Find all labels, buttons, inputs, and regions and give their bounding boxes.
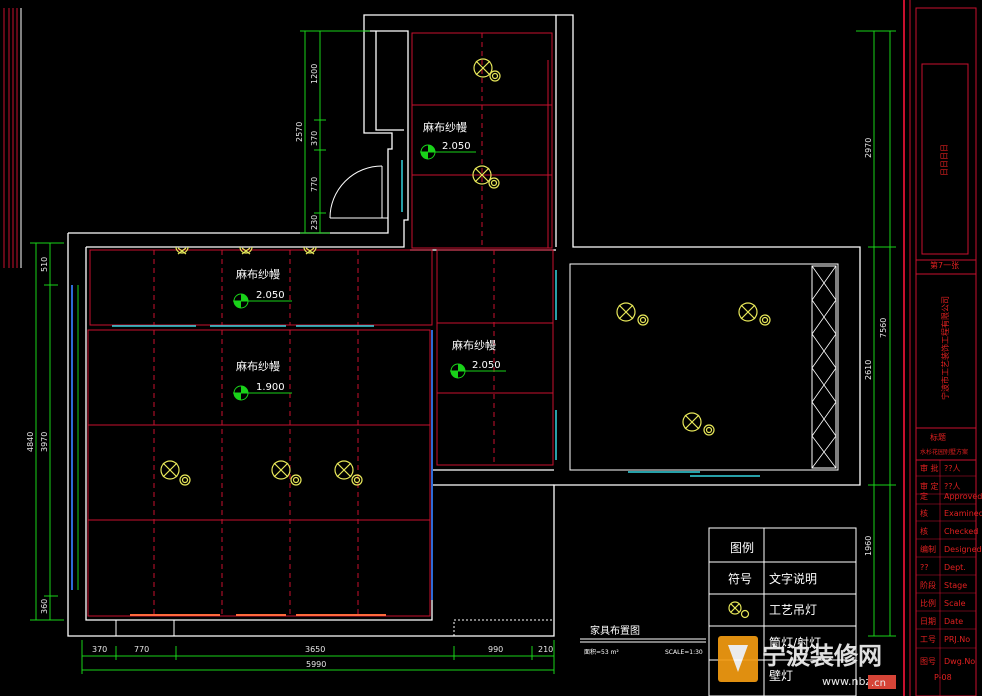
- svg-text:Designed: Designed: [944, 545, 982, 554]
- svg-text:编制: 编制: [920, 544, 936, 554]
- svg-text:2.050: 2.050: [442, 141, 471, 152]
- svg-text:定: 定: [920, 491, 928, 501]
- title-block-top-box: 日日日日: [940, 144, 949, 176]
- pendant-lamp-icon: [682, 412, 715, 436]
- project-name: 水杉花园别墅方案: [920, 448, 968, 456]
- drawing-title: 家具布置图 面积=53 m² SCALE=1:30: [580, 624, 706, 656]
- svg-text:??人: ??人: [944, 482, 961, 491]
- svg-text:麻布纱幔: 麻布纱幔: [423, 120, 467, 134]
- svg-text:370: 370: [310, 131, 319, 146]
- svg-text:阶段: 阶段: [920, 580, 936, 590]
- svg-text:510: 510: [40, 257, 49, 272]
- wall-lamp-icon: [175, 246, 189, 255]
- svg-text:1200: 1200: [310, 64, 319, 84]
- title-block: 日日日日 第7一张 宁波市工艺装饰工程有限公司 标题 水杉花园别墅方案 审 批?…: [903, 0, 982, 696]
- svg-text:3650: 3650: [305, 645, 325, 654]
- svg-text:Date: Date: [944, 617, 963, 626]
- pendant-lamp-icon: [334, 460, 363, 486]
- title-block-rows: 审 批 ??人 审 定 ??人 定 Approved 核 Examined 核 Check…: [916, 460, 982, 696]
- svg-text:230: 230: [310, 215, 319, 230]
- svg-text:Examined: Examined: [944, 509, 982, 518]
- floor-plan-drawing: 麻布纱幔 2.050 麻布纱幔 2.050 麻布纱幔 1.900 麻布纱幔 2.…: [3, 0, 982, 696]
- svg-text:Stage: Stage: [944, 581, 967, 590]
- svg-text:工号: 工号: [920, 635, 936, 644]
- svg-text:核: 核: [920, 526, 928, 536]
- sheet-count: 第7一张: [930, 260, 959, 270]
- svg-text:审 定: 审 定: [920, 481, 939, 491]
- company-name: 宁波市工艺装饰工程有限公司: [940, 296, 950, 400]
- dimension-labels: 370 770 3650 990 210 5990 4840 3970 510 …: [26, 64, 888, 669]
- pendant-lamp-icon: [160, 460, 191, 486]
- legend-col-text: 文字说明: [769, 571, 817, 586]
- drawing-title-text: 家具布置图: [590, 624, 640, 637]
- svg-text:??人: ??人: [944, 464, 961, 473]
- scale-note: SCALE=1:30: [665, 649, 703, 656]
- area-note: 面积=53 m²: [584, 648, 619, 656]
- wall-lamp-icon: [239, 246, 253, 255]
- svg-text:210: 210: [538, 645, 553, 654]
- pendant-lamp-icon: [616, 302, 649, 326]
- curtain-rails: [71, 160, 760, 616]
- svg-text:Checked: Checked: [944, 527, 978, 536]
- svg-text:PRJ.No: PRJ.No: [944, 635, 970, 644]
- svg-text:Dept.: Dept.: [944, 563, 966, 572]
- svg-text:麻布纱幔: 麻布纱幔: [236, 359, 280, 373]
- legend-col-symbol: 符号: [728, 571, 752, 586]
- pendant-lamp-icon: [728, 601, 750, 619]
- svg-text:麻布纱幔: 麻布纱幔: [452, 338, 496, 352]
- legend-header: 图例: [730, 541, 754, 555]
- svg-text:2.050: 2.050: [256, 290, 285, 301]
- watermark-text: 宁波装修网: [762, 642, 882, 670]
- svg-text:3970: 3970: [40, 432, 49, 452]
- watermark: 宁波装修网 www.nbzxw .cn: [718, 636, 896, 689]
- pendant-lamp-icon: [473, 58, 501, 82]
- room-label-3: 麻布纱幔 1.900: [233, 359, 292, 401]
- legend-row-pendant: 工艺吊灯: [769, 603, 817, 617]
- svg-text:4840: 4840: [26, 432, 35, 452]
- svg-text:Dwg.No: Dwg.No: [944, 657, 975, 666]
- svg-text:核: 核: [920, 508, 928, 518]
- svg-text:图号: 图号: [920, 657, 936, 666]
- svg-text:1.900: 1.900: [256, 382, 285, 393]
- left-border-lines: [3, 8, 22, 268]
- svg-text:370: 370: [92, 645, 107, 654]
- legend-row-wall-lamp: 壁灯: [769, 668, 793, 683]
- svg-text:770: 770: [134, 645, 149, 654]
- wall-lamp-icon: [303, 246, 317, 255]
- project-title-label: 标题: [930, 432, 946, 442]
- pendant-lamp-icon: [271, 460, 302, 486]
- svg-text:2610: 2610: [864, 360, 873, 380]
- svg-text:2570: 2570: [295, 122, 304, 142]
- watermark-tld: .cn: [871, 678, 886, 689]
- svg-text:Approved: Approved: [944, 492, 982, 501]
- svg-text:2970: 2970: [864, 138, 873, 158]
- pendant-lamp-icon: [472, 165, 500, 189]
- svg-text:??: ??: [920, 563, 929, 572]
- svg-text:1960: 1960: [864, 536, 873, 556]
- room-label-4: 麻布纱幔 2.050: [450, 338, 506, 379]
- svg-text:5990: 5990: [306, 660, 326, 669]
- room-label-2: 麻布纱幔 2.050: [233, 267, 292, 309]
- svg-text:990: 990: [488, 645, 503, 654]
- svg-text:360: 360: [40, 599, 49, 614]
- pendant-lamp-icon: [738, 302, 771, 326]
- svg-text:7560: 7560: [879, 318, 888, 338]
- sheet-number: P-08: [934, 673, 952, 682]
- room-label-1: 麻布纱幔 2.050: [420, 120, 476, 160]
- svg-text:2.050: 2.050: [472, 360, 501, 371]
- svg-text:麻布纱幔: 麻布纱幔: [236, 267, 280, 281]
- svg-text:日期: 日期: [920, 617, 936, 626]
- svg-text:比例: 比例: [920, 598, 936, 608]
- svg-text:Scale: Scale: [944, 599, 966, 608]
- svg-text:审 批: 审 批: [920, 463, 939, 473]
- svg-text:770: 770: [310, 177, 319, 192]
